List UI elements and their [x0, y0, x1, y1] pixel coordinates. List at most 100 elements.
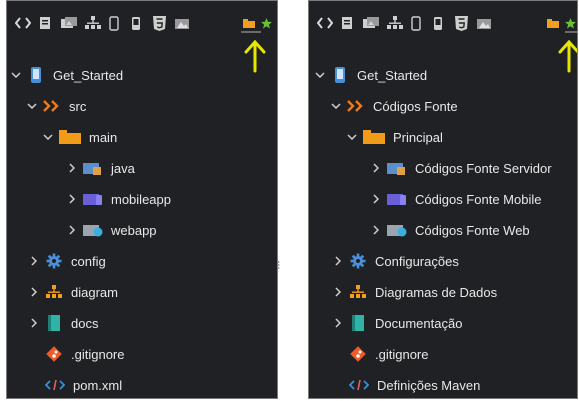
- tree-item-gitignore[interactable]: .gitignore: [309, 342, 577, 366]
- tree-item-project[interactable]: Get_Started: [7, 63, 277, 87]
- document-icon[interactable]: [39, 15, 51, 31]
- explorer-toolbar: [317, 7, 576, 37]
- star-icon[interactable]: [565, 15, 576, 31]
- chevron-down-icon[interactable]: [315, 70, 325, 80]
- active-tab-indicator: [565, 31, 577, 33]
- tree-item-gitignore[interactable]: .gitignore: [7, 342, 277, 366]
- tree-item-mobileapp[interactable]: mobileapp: [7, 187, 277, 211]
- mobile-folder-icon: [83, 190, 103, 208]
- resize-handle[interactable]: [277, 256, 280, 269]
- tree-item-src[interactable]: src: [7, 94, 277, 118]
- tree-item-label: Documentação: [375, 315, 463, 331]
- tree-item-label: config: [71, 253, 106, 269]
- folder-open-icon: [59, 128, 81, 146]
- code-brackets-icon[interactable]: [317, 15, 333, 31]
- diagram-icon: [349, 283, 367, 301]
- tree-item-webapp[interactable]: Códigos Fonte Web: [309, 218, 577, 242]
- tree-item-mobileapp[interactable]: Códigos Fonte Mobile: [309, 187, 577, 211]
- tree-item-src[interactable]: Códigos Fonte: [309, 94, 577, 118]
- tree-item-label: src: [69, 98, 87, 114]
- tree-item-main[interactable]: main: [7, 125, 277, 149]
- tree-item-label: Códigos Fonte Servidor: [415, 160, 552, 176]
- server-folder-icon: [83, 159, 103, 177]
- tree-item-docs[interactable]: Documentação: [309, 311, 577, 335]
- tree-item-label: Códigos Fonte: [373, 98, 458, 114]
- diagram-icon: [45, 283, 63, 301]
- tree-item-label: Get_Started: [357, 67, 428, 83]
- sitemap-icon[interactable]: [387, 15, 403, 31]
- tree-item-docs[interactable]: docs: [7, 311, 277, 335]
- chevron-right-icon[interactable]: [67, 163, 77, 173]
- tree-item-webapp[interactable]: webapp: [7, 218, 277, 242]
- chevron-right-icon[interactable]: [333, 287, 343, 297]
- tree-item-label: Principal: [393, 129, 443, 145]
- tree-item-java[interactable]: java: [7, 156, 277, 180]
- mobile-filled-icon[interactable]: [131, 15, 141, 31]
- chevron-down-icon[interactable]: [27, 101, 37, 111]
- git-icon: [349, 345, 367, 363]
- image-icon[interactable]: [175, 15, 191, 31]
- folder-tab-icon[interactable]: [243, 15, 255, 31]
- chevron-right-icon[interactable]: [29, 256, 39, 266]
- mobile-device-icon: [27, 66, 45, 84]
- server-folder-icon: [387, 159, 407, 177]
- chevron-right-icon[interactable]: [29, 287, 39, 297]
- mobile-outline-icon[interactable]: [411, 15, 421, 31]
- tree-item-label: Get_Started: [53, 67, 124, 83]
- image-icon[interactable]: [477, 15, 493, 31]
- folder-open-icon: [363, 128, 385, 146]
- document-icon[interactable]: [341, 15, 353, 31]
- tree-item-label: docs: [71, 315, 99, 331]
- photos-icon[interactable]: [363, 15, 379, 31]
- explorer-panel-translated: Get_Started Códigos Fonte Principal Códi…: [308, 0, 578, 399]
- html5-icon[interactable]: [455, 15, 468, 31]
- chevron-right-icon[interactable]: [371, 225, 381, 235]
- tree-item-label: Códigos Fonte Mobile: [415, 191, 542, 207]
- explorer-panel-original: Get_Started src main java mobileapp weba…: [6, 0, 278, 399]
- tree-item-diagram[interactable]: Diagramas de Dados: [309, 280, 577, 304]
- chevron-down-icon[interactable]: [347, 132, 357, 142]
- tree-item-label: java: [111, 160, 135, 176]
- chevron-right-icon[interactable]: [67, 194, 77, 204]
- folder-tab-icon[interactable]: [547, 15, 559, 31]
- tree-item-diagram[interactable]: diagram: [7, 280, 277, 304]
- explorer-toolbar: [15, 7, 272, 37]
- book-icon: [349, 314, 367, 332]
- tree-item-label: .gitignore: [71, 346, 125, 362]
- mobile-filled-icon[interactable]: [433, 15, 443, 31]
- chevron-right-icon[interactable]: [333, 256, 343, 266]
- tree-item-config[interactable]: config: [7, 249, 277, 273]
- mobile-outline-icon[interactable]: [109, 15, 119, 31]
- star-icon[interactable]: [261, 15, 272, 31]
- tree-item-main[interactable]: Principal: [309, 125, 577, 149]
- source-code-icon: [347, 97, 365, 115]
- tree-item-label: diagram: [71, 284, 118, 300]
- chevron-down-icon[interactable]: [11, 70, 21, 80]
- gear-icon: [45, 252, 63, 270]
- tree-item-label: pom.xml: [73, 377, 123, 393]
- book-icon: [45, 314, 63, 332]
- tree-item-label: Códigos Fonte Web: [415, 222, 530, 238]
- tree-item-project[interactable]: Get_Started: [309, 63, 577, 87]
- chevron-down-icon[interactable]: [331, 101, 341, 111]
- chevron-right-icon[interactable]: [371, 163, 381, 173]
- tree-item-label: Definições Maven: [377, 377, 481, 393]
- sitemap-icon[interactable]: [85, 15, 101, 31]
- chevron-right-icon[interactable]: [67, 225, 77, 235]
- tree-item-java[interactable]: Códigos Fonte Servidor: [309, 156, 577, 180]
- tree-item-config[interactable]: Configurações: [309, 249, 577, 273]
- chevron-right-icon[interactable]: [371, 194, 381, 204]
- chevron-down-icon[interactable]: [43, 132, 53, 142]
- active-tab-indicator: [241, 31, 261, 33]
- git-icon: [45, 345, 63, 363]
- tree-item-label: mobileapp: [111, 191, 171, 207]
- chevron-right-icon[interactable]: [333, 318, 343, 328]
- html5-icon[interactable]: [153, 15, 166, 31]
- tree-item-label: .gitignore: [375, 346, 429, 362]
- tree-item-pom[interactable]: Definições Maven: [309, 373, 577, 397]
- code-brackets-icon[interactable]: [15, 15, 31, 31]
- chevron-right-icon[interactable]: [29, 318, 39, 328]
- gear-icon: [349, 252, 367, 270]
- photos-icon[interactable]: [61, 15, 77, 31]
- tree-item-pom[interactable]: pom.xml: [7, 373, 277, 397]
